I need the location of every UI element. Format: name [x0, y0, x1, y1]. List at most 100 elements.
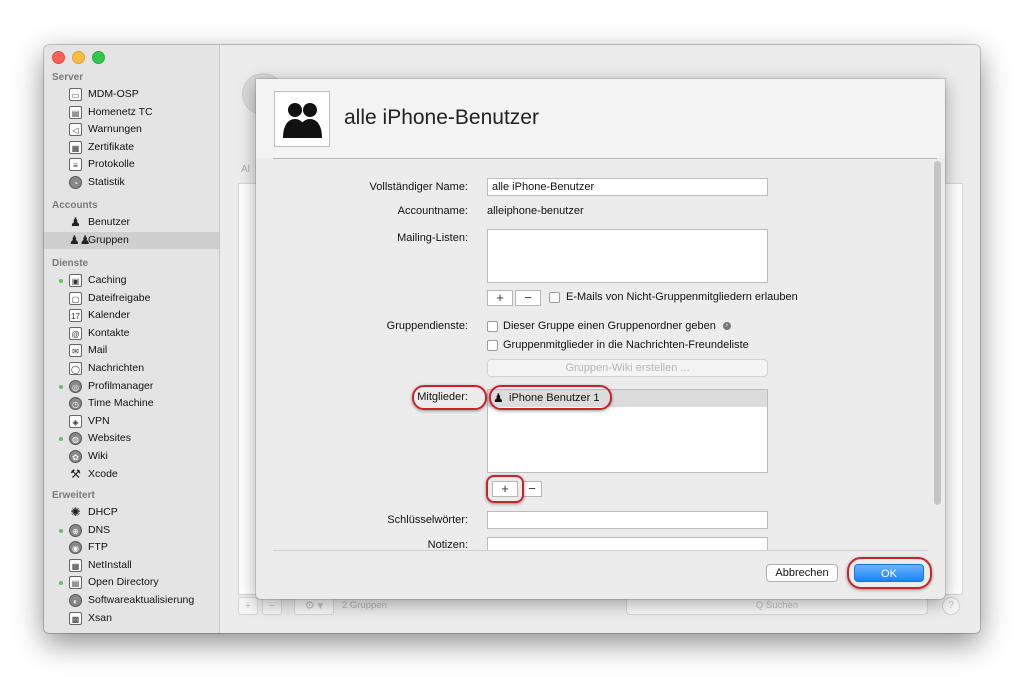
sidebar-item-label: Warnungen [88, 123, 142, 136]
sidebar-item-label: Homenetz TC [88, 105, 153, 118]
sidebar-item-label: Kalender [88, 309, 131, 322]
sidebar-item-protokolle[interactable]: ≡ Protokolle [44, 156, 219, 173]
sidebar-item-label: Zertifikate [88, 140, 135, 153]
sidebar-item-label: NetInstall [88, 558, 132, 571]
group-icon: ♟♟ [69, 232, 91, 247]
caching-icon: ▣ [69, 274, 82, 287]
dns-icon: ⊕ [69, 523, 82, 537]
sidebar-item-statistik[interactable]: ◔ Statistik [44, 174, 219, 191]
info-arrow-icon[interactable]: › [722, 322, 731, 331]
members-label-highlight [412, 385, 487, 410]
allow-nonmember-email-label: E-Mails von Nicht-Gruppenmitgliedern erl… [566, 291, 798, 303]
service-active-indicator [59, 384, 63, 389]
gear-menu-button[interactable]: ⚙ ▾ [294, 597, 334, 615]
add-mailing-list-button[interactable]: + [487, 290, 513, 306]
help-button[interactable]: ? [942, 597, 960, 615]
sidebar-item-dateifreigabe[interactable]: ▢ Dateifreigabe [44, 290, 219, 307]
sidebar-item-mail[interactable]: ✉ Mail [44, 342, 219, 359]
mail-icon: ✉ [69, 344, 82, 358]
messages-buddy-checkbox[interactable] [487, 340, 498, 351]
sidebar-item-netinstall[interactable]: ▦ NetInstall [44, 557, 219, 574]
remove-group-button[interactable]: − [262, 597, 282, 615]
sidebar: Server ▭ MDM-OSP ▤ Homenetz TC ◁ Warnungen ▦ Zer… [44, 45, 220, 633]
sidebar-item-kontakte[interactable]: @ Kontakte [44, 325, 219, 342]
sheet-title: alle iPhone-Benutzer [344, 106, 539, 129]
notes-label: Notizen: [427, 539, 468, 550]
create-wiki-button[interactable]: Gruppen-Wiki erstellen ... [487, 359, 768, 377]
sidebar-item-gruppen[interactable]: ♟♟ Gruppen [44, 231, 219, 249]
open-directory-icon: ▤ [69, 576, 82, 590]
sidebar-item-nachrichten[interactable]: ◯ Nachrichten [44, 360, 219, 377]
sidebar-item-wiki[interactable]: ✿ Wiki [44, 448, 219, 465]
sidebar-item-label: Nachrichten [88, 362, 145, 374]
calendar-icon: 17 [69, 309, 82, 323]
sidebar-item-websites[interactable]: ◍ Websites [44, 430, 219, 447]
sidebar-item-label: FTP [88, 541, 108, 554]
sidebar-item-warnungen[interactable]: ◁ Warnungen [44, 121, 219, 138]
messages-icon: ◯ [69, 362, 82, 375]
sidebar-item-open-directory[interactable]: ▤ Open Directory [44, 574, 219, 591]
sidebar-item-xcode[interactable]: ⚒ Xcode [44, 466, 219, 483]
sidebar-item-label: Wiki [88, 450, 108, 462]
sidebar-item-dns[interactable]: ⊕ DNS [44, 522, 219, 539]
sidebar-item-mdm-osp[interactable]: ▭ MDM-OSP [44, 86, 219, 103]
server-icon: ▤ [69, 105, 82, 119]
form-scrollbar[interactable] [934, 161, 941, 505]
sidebar-item-label: Open Directory [88, 576, 159, 589]
remove-mailing-list-label: − [524, 290, 532, 305]
account-name-value: alleiphone-benutzer [487, 205, 584, 217]
full-name-field[interactable]: alle iPhone-Benutzer [487, 178, 768, 196]
wiki-icon: ✿ [69, 450, 82, 463]
sidebar-section-dienste: Dienste [52, 258, 89, 269]
group-folder-checkbox[interactable] [487, 321, 498, 332]
search-field[interactable]: Q Suchen [626, 597, 928, 615]
profile-manager-icon: ◎ [69, 379, 82, 393]
group-folder-label: Dieser Gruppe einen Gruppenordner geben [503, 320, 716, 332]
sidebar-item-label: Statistik [88, 176, 125, 188]
sidebar-item-caching[interactable]: ▣ Caching [44, 272, 219, 289]
sidebar-section-server: Server [52, 72, 84, 83]
globe-icon: ◍ [69, 432, 82, 446]
sidebar-item-homenetz-tc[interactable]: ▤ Homenetz TC [44, 104, 219, 121]
sidebar-item-time-machine[interactable]: ◷ Time Machine [44, 395, 219, 412]
sidebar-item-benutzer[interactable]: ♟ Benutzer [44, 214, 219, 231]
sidebar-item-label: Xcode [88, 467, 118, 480]
cancel-button[interactable]: Abbrechen [766, 564, 838, 582]
sidebar-item-zertifikate[interactable]: ▦ Zertifikate [44, 139, 219, 156]
remove-mailing-list-button[interactable]: − [515, 290, 541, 306]
keywords-field[interactable] [487, 511, 768, 529]
sidebar-item-profilmanager[interactable]: ◎ Profilmanager [44, 378, 219, 395]
contacts-icon: @ [69, 326, 82, 340]
notes-field[interactable] [487, 537, 768, 550]
close-window-button[interactable] [52, 51, 65, 64]
sidebar-item-label: Kontakte [88, 326, 130, 339]
allow-nonmember-email-checkbox[interactable] [549, 292, 560, 303]
group-count: 2 Gruppen [342, 600, 387, 611]
remove-member-button[interactable]: − [522, 481, 542, 497]
sidebar-section-erweitert: Erweitert [52, 490, 95, 501]
mailing-lists-box[interactable] [487, 229, 768, 283]
zoom-window-button[interactable] [92, 51, 105, 64]
group-form: Vollständiger Name: alle iPhone-Benutzer… [256, 159, 932, 550]
sidebar-item-softwareaktualisierung[interactable]: ◐ Softwareaktualisierung [44, 592, 219, 609]
edit-group-sheet: alle iPhone-Benutzer Vollständiger Name:… [256, 79, 945, 599]
sidebar-item-ftp[interactable]: ◉ FTP [44, 539, 219, 556]
sidebar-item-kalender[interactable]: 17 Kalender [44, 307, 219, 324]
account-name-label: Accountname: [397, 205, 468, 217]
netinstall-icon: ▦ [69, 558, 82, 572]
sidebar-item-vpn[interactable]: ◈ VPN [44, 413, 219, 430]
user-icon: ♟ [70, 215, 81, 229]
add-group-button[interactable]: + [238, 597, 258, 615]
service-active-indicator [59, 437, 63, 442]
add-mailing-list-label: + [496, 290, 504, 305]
minimize-window-button[interactable] [72, 51, 85, 64]
sidebar-item-xsan[interactable]: ▩ Xsan [44, 610, 219, 627]
sidebar-item-label: Websites [88, 432, 131, 445]
sidebar-section-accounts: Accounts [52, 200, 98, 211]
service-active-indicator [59, 528, 63, 533]
sidebar-item-label: Benutzer [88, 216, 131, 228]
xsan-icon: ▩ [69, 611, 82, 625]
groups-toolbar: + − ⚙ ▾ 2 Gruppen Q Suchen ? [238, 597, 961, 617]
group-folder-row: Dieser Gruppe einen Gruppenordner geben … [503, 320, 731, 332]
sidebar-item-dhcp[interactable]: ✺ DHCP [44, 504, 219, 521]
